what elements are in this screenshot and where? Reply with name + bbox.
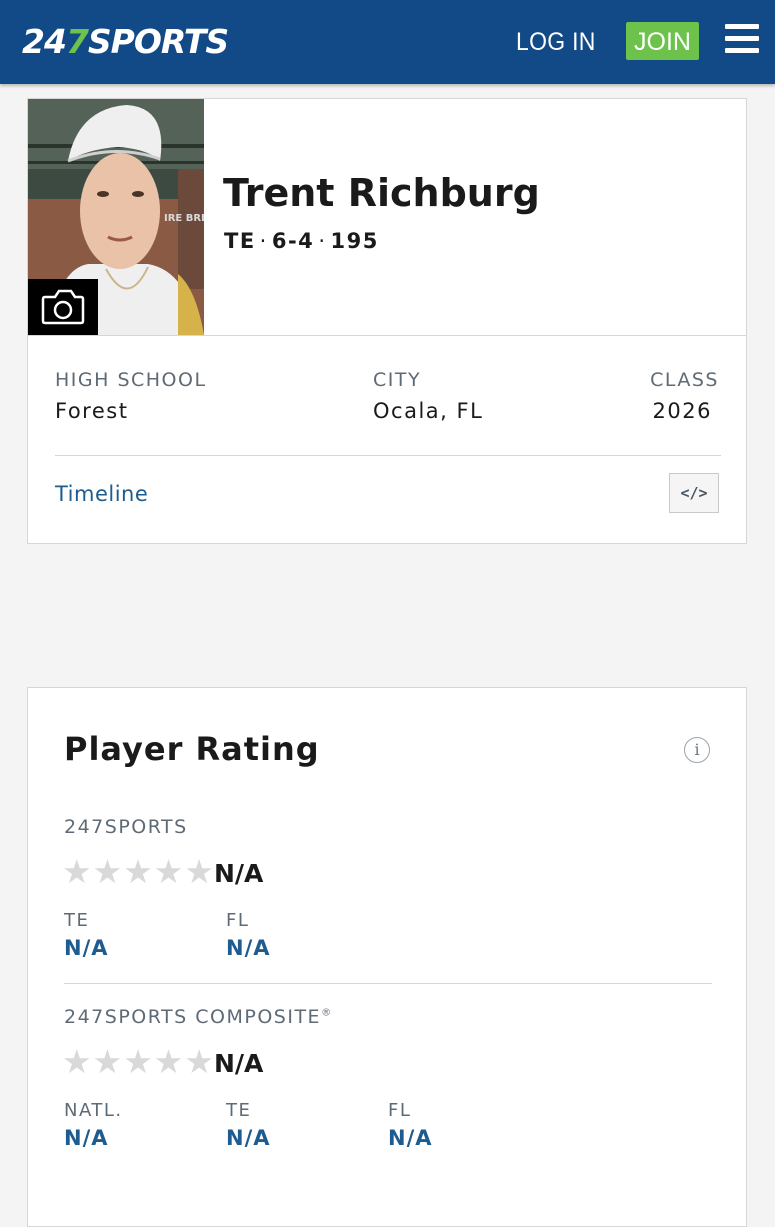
divider <box>55 455 721 456</box>
star-icon: ★ <box>92 852 123 891</box>
info-icon[interactable]: i <box>684 737 710 763</box>
rank-value-position[interactable]: N/A <box>64 936 109 960</box>
city-value: Ocala, FL <box>373 399 484 423</box>
site-logo[interactable]: 247SPORTS <box>22 22 229 62</box>
247sports-overall-score: N/A <box>214 859 264 888</box>
registered-mark: ® <box>321 1007 333 1019</box>
high-school-value: Forest <box>55 399 129 423</box>
rank-label-position: TE <box>226 1100 252 1121</box>
divider <box>28 335 746 336</box>
rank-label-national: NATL. <box>64 1100 123 1121</box>
247sports-star-rating: ★ ★ ★ ★ ★ <box>62 855 214 889</box>
divider <box>64 983 712 984</box>
star-icon: ★ <box>184 1042 214 1081</box>
top-nav-bar: 247SPORTS LOG IN JOIN <box>0 0 775 84</box>
embed-code-button[interactable]: </> <box>669 473 719 513</box>
star-icon: ★ <box>123 852 153 891</box>
composite-label-text: 247SPORTS COMPOSITE <box>64 1006 322 1028</box>
rating-title: Player Rating <box>64 730 320 768</box>
player-weight: 195 <box>330 229 379 253</box>
rank-value-state[interactable]: N/A <box>226 936 271 960</box>
login-link[interactable]: LOG IN <box>516 24 596 60</box>
rank-value-state[interactable]: N/A <box>388 1126 433 1150</box>
star-icon: ★ <box>92 1042 123 1081</box>
composite-rating-label: 247SPORTS COMPOSITE® <box>64 1006 333 1028</box>
hamburger-menu-icon[interactable] <box>725 24 759 54</box>
star-icon: ★ <box>62 1042 92 1081</box>
class-label: CLASS <box>650 369 719 391</box>
join-button[interactable]: JOIN <box>626 22 699 60</box>
star-icon: ★ <box>153 1042 184 1081</box>
embed-code-icon: </> <box>680 484 708 502</box>
player-name: Trent Richburg <box>223 171 540 215</box>
camera-icon[interactable] <box>28 279 98 335</box>
player-position: TE <box>224 229 256 253</box>
player-height: 6-4 <box>271 229 315 253</box>
247sports-rating-label: 247SPORTS <box>64 816 188 838</box>
separator: · <box>318 229 327 253</box>
rank-label-state: FL <box>388 1100 412 1121</box>
logo-text-24: 24 <box>22 22 67 61</box>
city-label: CITY <box>373 369 422 391</box>
timeline-link[interactable]: Timeline <box>55 482 148 506</box>
composite-overall-score: N/A <box>214 1049 264 1078</box>
rank-value-position[interactable]: N/A <box>226 1126 271 1150</box>
logo-text-sports: SPORTS <box>87 22 229 61</box>
rank-label-position: TE <box>64 910 90 931</box>
player-profile-card: IRE BREATH Trent Richburg TE·6-4·195 HIG… <box>27 98 747 544</box>
separator: · <box>259 229 268 253</box>
player-photo[interactable]: IRE BREATH <box>28 99 204 335</box>
star-icon: ★ <box>153 852 184 891</box>
high-school-label: HIGH SCHOOL <box>55 369 207 391</box>
star-icon: ★ <box>184 852 214 891</box>
logo-text-7: 7 <box>65 22 89 61</box>
svg-text:IRE BREATH: IRE BREATH <box>164 213 204 224</box>
rank-value-national[interactable]: N/A <box>64 1126 109 1150</box>
player-rating-card: Player Rating i 247SPORTS ★ ★ ★ ★ ★ N/A TE F… <box>27 687 747 1227</box>
star-icon: ★ <box>123 1042 153 1081</box>
composite-star-rating: ★ ★ ★ ★ ★ <box>62 1045 214 1079</box>
rank-label-state: FL <box>226 910 250 931</box>
class-value: 2026 <box>652 399 712 423</box>
star-icon: ★ <box>62 852 92 891</box>
player-measurables: TE · 6-4 · 195 <box>224 229 379 253</box>
